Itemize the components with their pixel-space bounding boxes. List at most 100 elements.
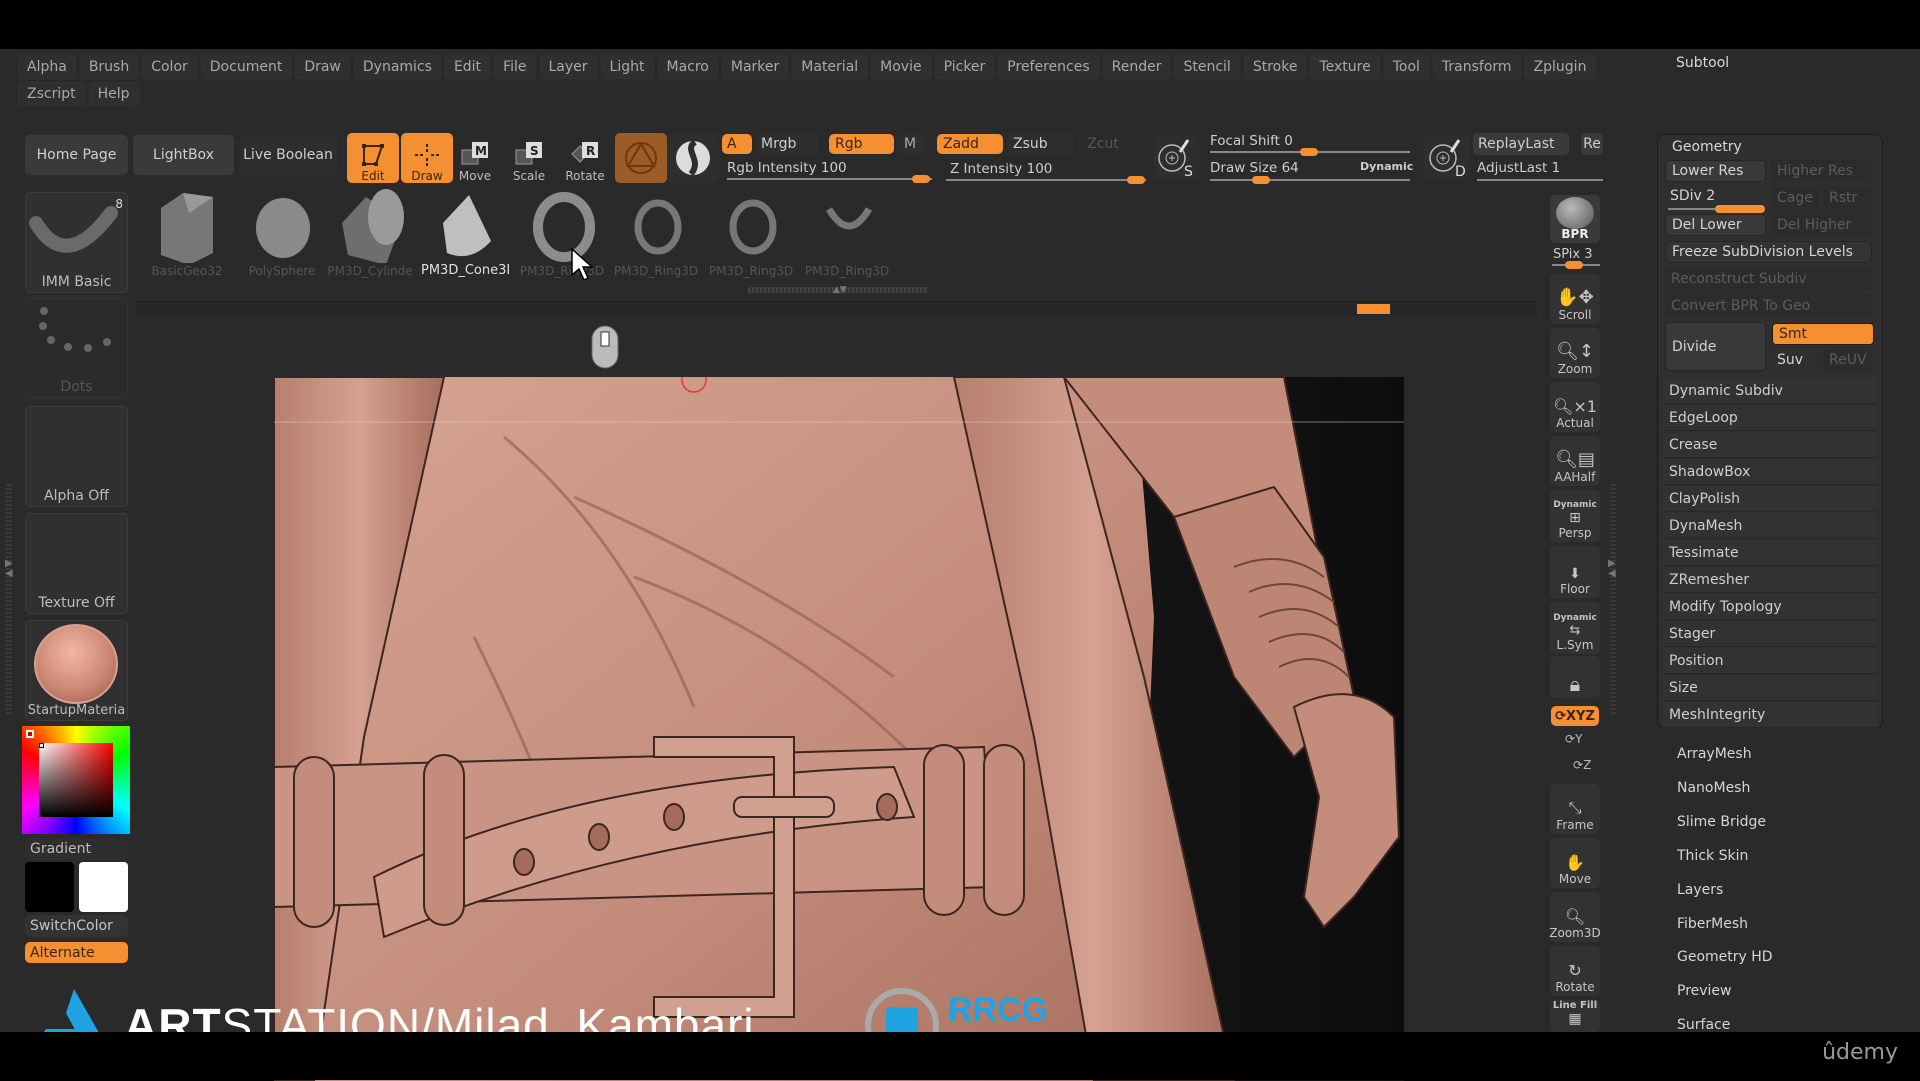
sculpt-viewport[interactable] — [274, 377, 1404, 1081]
menu-texture[interactable]: Texture — [1310, 54, 1380, 79]
geometry-subpalette-meshintegrity[interactable]: MeshIntegrity — [1663, 702, 1877, 728]
tool-subpalette-nanomesh[interactable]: NanoMesh — [1677, 780, 1750, 796]
rstr-button[interactable]: Rstr — [1823, 187, 1871, 209]
brush-size-d-button[interactable]: D — [1424, 135, 1470, 179]
brush-size-s-button[interactable]: S — [1153, 135, 1199, 179]
reuv-button[interactable]: ReUV — [1823, 349, 1871, 371]
menu-zplugin[interactable]: Zplugin — [1524, 54, 1596, 79]
scroll-button[interactable]: ✋✥ Scroll — [1550, 274, 1600, 324]
right-tray-toggle-icon[interactable]: ▶ ◀ — [1608, 559, 1616, 579]
menu-picker[interactable]: Picker — [934, 54, 995, 79]
reconstruct-subdiv-button[interactable]: Reconstruct Subdiv — [1665, 268, 1872, 290]
menu-material[interactable]: Material — [792, 54, 868, 79]
geometry-subpalette-position[interactable]: Position — [1663, 648, 1877, 674]
freeze-subdivision-button[interactable]: Freeze SubDivision Levels — [1665, 241, 1872, 263]
menu-draw[interactable]: Draw — [295, 54, 350, 79]
floor-button[interactable]: ⬇ Floor — [1550, 546, 1600, 598]
rotate-button[interactable]: R Rotate — [559, 133, 611, 183]
draw-size-slider[interactable] — [1210, 179, 1410, 181]
rotate-xyz-toggle[interactable]: ⟳ XYZ — [1551, 706, 1599, 726]
del-higher-button[interactable]: Del Higher — [1771, 214, 1871, 236]
texture-selector[interactable]: Texture Off — [25, 513, 128, 614]
menu-help[interactable]: Help — [88, 81, 139, 106]
lsym-button[interactable]: Dynamic ⇆ L.Sym — [1550, 602, 1600, 654]
hue-marker[interactable] — [26, 730, 34, 738]
convert-bpr-button[interactable]: Convert BPR To Geo — [1665, 295, 1872, 317]
alpha-selector[interactable]: Alpha Off — [25, 406, 128, 507]
primary-color-swatch[interactable] — [25, 862, 74, 912]
geometry-subpalette-modify-topology[interactable]: Modify Topology — [1663, 594, 1877, 620]
stroke-selector[interactable]: Dots — [25, 298, 128, 398]
menu-alpha[interactable]: Alpha — [18, 54, 76, 79]
menu-color[interactable]: Color — [142, 54, 197, 79]
zadd-toggle[interactable]: Zadd — [937, 134, 1003, 154]
geometry-title[interactable]: Geometry — [1672, 139, 1742, 155]
menu-edit[interactable]: Edit — [444, 54, 491, 79]
geometry-subpalette-dynamesh[interactable]: DynaMesh — [1663, 513, 1877, 539]
zsub-toggle[interactable]: Zsub — [1007, 134, 1073, 154]
rgb-intensity-slider[interactable] — [727, 178, 932, 180]
left-tray-handle[interactable] — [6, 484, 12, 714]
menu-stroke[interactable]: Stroke — [1243, 54, 1307, 79]
tool-thumbnail[interactable]: PM3D_Ring3D — [707, 183, 795, 278]
suv-toggle[interactable]: Suv — [1771, 349, 1819, 371]
switch-color-button[interactable]: SwitchColor — [25, 915, 128, 937]
zoom-button[interactable]: 🔍︎↕ Zoom — [1550, 328, 1600, 378]
smt-toggle[interactable]: Smt — [1772, 323, 1874, 345]
menu-preferences[interactable]: Preferences — [998, 54, 1099, 79]
brush-selector[interactable]: 8 IMM Basic — [25, 192, 128, 293]
rotate-z-toggle[interactable]: ⟳Z — [1573, 758, 1591, 772]
menu-light[interactable]: Light — [600, 54, 654, 79]
rotate-y-toggle[interactable]: ⟳Y — [1565, 732, 1582, 746]
mrgb-toggle[interactable]: Mrgb — [755, 134, 819, 154]
geometry-subpalette-zremesher[interactable]: ZRemesher — [1663, 567, 1877, 593]
draw-size-knob[interactable] — [1252, 176, 1270, 184]
line-fill-button[interactable]: Line Fill ▦ — [1550, 1000, 1600, 1032]
move-button[interactable]: M Move — [449, 133, 501, 183]
tool-subpalette-slime-bridge[interactable]: Slime Bridge — [1677, 814, 1766, 830]
rotate-3d-button[interactable]: ↻ Rotate — [1550, 946, 1600, 996]
frame-button[interactable]: ⤡ Frame — [1550, 784, 1600, 834]
color-picker[interactable] — [22, 726, 130, 834]
tool-subpalette-thick-skin[interactable]: Thick Skin — [1677, 848, 1748, 864]
geometry-subpalette-claypolish[interactable]: ClayPolish — [1663, 486, 1877, 512]
tool-thumbnail[interactable]: PolySphere — [238, 183, 326, 278]
geometry-subpalette-edgeloop[interactable]: EdgeLoop — [1663, 405, 1877, 431]
a-toggle[interactable]: A — [722, 134, 752, 154]
geometry-subpalette-stager[interactable]: Stager — [1663, 621, 1877, 647]
persp-button[interactable]: Dynamic ⊞ Persp — [1550, 490, 1600, 542]
canvas-top-scrollbar[interactable] — [137, 301, 1537, 315]
menu-tool[interactable]: Tool — [1383, 54, 1429, 79]
rgb-intensity-knob[interactable] — [912, 175, 930, 183]
cage-button[interactable]: Cage — [1771, 187, 1819, 209]
secondary-color-swatch[interactable] — [79, 862, 128, 912]
menu-document[interactable]: Document — [200, 54, 292, 79]
tool-thumbnail[interactable]: PM3D_Ring3D — [803, 183, 891, 278]
geometry-subpalette-dynamic-subdiv[interactable]: Dynamic Subdiv — [1663, 378, 1877, 404]
draw-button[interactable]: Draw — [401, 133, 453, 183]
adjust-last-slider[interactable] — [1477, 179, 1603, 181]
aahalf-button[interactable]: 🔍︎▤ AAHalf — [1550, 436, 1600, 486]
rgb-toggle[interactable]: Rgb — [829, 134, 894, 154]
geometry-subpalette-crease[interactable]: Crease — [1663, 432, 1877, 458]
tool-subpalette-geometry-hd[interactable]: Geometry HD — [1677, 949, 1773, 965]
bpr-render-button[interactable]: BPR — [1550, 195, 1600, 243]
menu-macro[interactable]: Macro — [657, 54, 718, 79]
sdiv-knob[interactable] — [1715, 205, 1765, 213]
tool-subpalette-arraymesh[interactable]: ArrayMesh — [1677, 746, 1752, 762]
z-intensity-slider[interactable] — [946, 179, 1146, 181]
zoom3d-button[interactable]: 🔍︎ Zoom3D — [1549, 892, 1601, 942]
timeline-marker[interactable] — [1357, 304, 1390, 314]
menu-movie[interactable]: Movie — [871, 54, 931, 79]
tool-subpalette-fibermesh[interactable]: FiberMesh — [1677, 916, 1748, 932]
menu-zscript[interactable]: Zscript — [18, 81, 85, 106]
camera-lock-button[interactable]: 🔒︎ — [1550, 656, 1600, 698]
right-tray-handle[interactable] — [1610, 484, 1616, 714]
menu-transform[interactable]: Transform — [1432, 54, 1521, 79]
tool-subpalette-surface[interactable]: Surface — [1677, 1017, 1730, 1033]
tool-subpalette-layers[interactable]: Layers — [1677, 882, 1723, 898]
scale-button[interactable]: S Scale — [503, 133, 555, 183]
geometry-subpalette-shadowbox[interactable]: ShadowBox — [1663, 459, 1877, 485]
focal-shift-knob[interactable] — [1300, 148, 1318, 156]
m-toggle[interactable]: M — [896, 134, 924, 154]
